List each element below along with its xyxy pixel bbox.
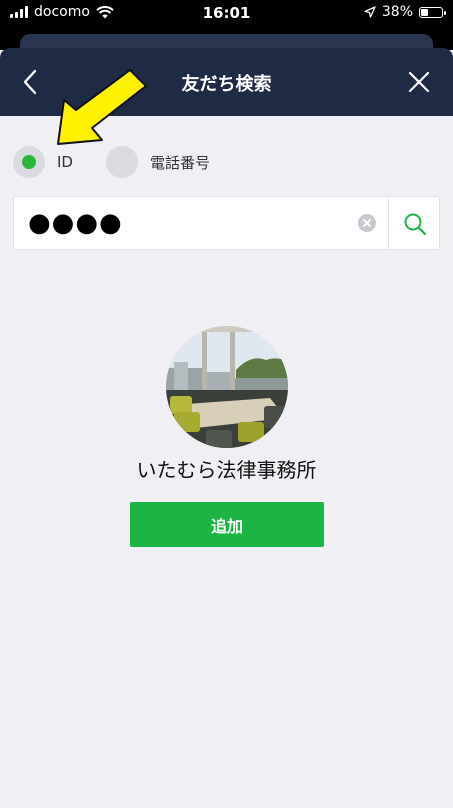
battery-icon bbox=[419, 6, 446, 18]
radio-id[interactable] bbox=[13, 146, 45, 178]
close-icon bbox=[408, 71, 430, 93]
search-divider bbox=[388, 197, 389, 249]
status-right: 38% bbox=[364, 4, 446, 20]
option-label-phone: 電話番号 bbox=[149, 153, 210, 172]
profile-photo bbox=[166, 326, 288, 448]
search-input[interactable]: ●●●● bbox=[28, 208, 123, 238]
status-bar: docomo 16:01 38% bbox=[0, 0, 453, 26]
battery-level bbox=[421, 8, 428, 16]
search-bar: ●●●● bbox=[13, 196, 440, 250]
annotation-arrow-icon bbox=[57, 69, 147, 145]
clear-button[interactable] bbox=[358, 214, 376, 232]
avatar bbox=[166, 326, 288, 448]
search-icon bbox=[404, 213, 427, 236]
close-button[interactable] bbox=[403, 66, 435, 98]
profile-name: いたむら法律事務所 bbox=[136, 458, 317, 482]
screen: docomo 16:01 38% 友だち検索 ID 電話番号 ●●●● いたむら… bbox=[0, 0, 453, 808]
location-icon bbox=[364, 6, 376, 18]
add-friend-button[interactable]: 追加 bbox=[130, 502, 324, 547]
search-button[interactable] bbox=[397, 206, 433, 242]
clear-icon bbox=[363, 219, 371, 227]
battery-percent: 38% bbox=[381, 4, 413, 20]
